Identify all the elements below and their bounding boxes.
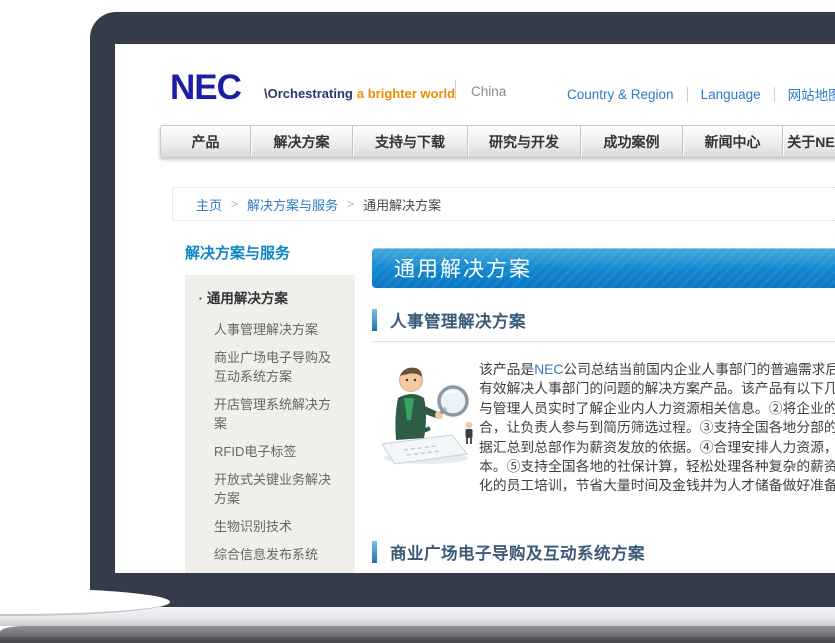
breadcrumb-current: 通用解决方案 xyxy=(363,195,441,214)
chevron-right-icon: > xyxy=(231,197,238,211)
laptop-base-bottom xyxy=(0,637,835,643)
region-label: China xyxy=(471,84,506,99)
sidebar-item-general-solutions[interactable]: ▪ 通用解决方案 xyxy=(199,287,343,307)
nec-inline-link[interactable]: NEC xyxy=(534,362,563,377)
sidebar-item-hr[interactable]: 人事管理解决方案 xyxy=(199,320,343,339)
main-navbar: 产品 解决方案 支持与下载 研究与开发 成功案例 新闻中心 关于NEC xyxy=(160,125,835,158)
nav-item-about[interactable]: 关于NEC xyxy=(783,126,835,157)
header-divider xyxy=(455,80,456,100)
chevron-right-icon: > xyxy=(347,197,354,211)
article-line: 化的员工培训，节省大量时间及金钱并为人才储备做好准备。 xyxy=(479,476,835,495)
tagline-lead: \Orchestrating xyxy=(264,86,353,101)
section-accent-bar xyxy=(372,309,377,331)
sidebar-item-mall-guide[interactable]: 商业广场电子导购及互动系统方案 xyxy=(199,348,343,386)
article-line: 有效解决人事部门的问题的解决方案产品。该产品有以下几大特 xyxy=(479,379,835,398)
sidebar-title: 解决方案与服务 xyxy=(185,242,290,263)
breadcrumb: 主页 > 解决方案与服务 > 通用解决方案 xyxy=(172,187,835,221)
nec-logo[interactable]: NEC xyxy=(170,68,241,108)
main-content: 通用解决方案 人事管理解决方案 xyxy=(372,248,835,288)
sidebar-active-label: 通用解决方案 xyxy=(207,291,288,306)
article-line: 据汇总到总部作为薪资发放的依据。④合理安排人力资源，最大 xyxy=(479,438,835,457)
page-title: 通用解决方案 xyxy=(394,253,532,283)
page-banner: 通用解决方案 xyxy=(372,248,835,288)
tagline-rest: a brighter world xyxy=(357,86,455,101)
nav-item-products[interactable]: 产品 xyxy=(161,126,251,157)
sidebar-item-open-critical[interactable]: 开放式关键业务解决方案 xyxy=(199,470,343,508)
sidebar-sublist: 人事管理解决方案 商业广场电子导购及互动系统方案 开店管理系统解决方案 RFID… xyxy=(199,320,343,573)
sidebar-item-info-display[interactable]: 综合信息发布系统 xyxy=(199,545,343,564)
section-hr-title[interactable]: 人事管理解决方案 xyxy=(390,308,526,332)
breadcrumb-solutions[interactable]: 解决方案与服务 xyxy=(247,195,338,214)
bullet-icon: ▪ xyxy=(199,294,202,303)
brand-tagline: \Orchestrating a brighter world xyxy=(264,86,455,101)
article-line: 合，让负责人参与到简历筛选过程。③支持全国各地分部的独立 xyxy=(479,418,835,437)
sidebar-menu: ▪ 通用解决方案 人事管理解决方案 商业广场电子导购及互动系统方案 开店管理系统解… xyxy=(185,275,355,573)
hr-magnifier-illustration xyxy=(374,358,479,470)
section-hr-header: 人事管理解决方案 xyxy=(372,308,835,342)
sidebar-item-store-mgmt[interactable]: 开店管理系统解决方案 xyxy=(199,395,343,433)
nav-item-news[interactable]: 新闻中心 xyxy=(683,126,783,157)
article-line: 该产品是NEC公司总结当前国内企业人事部门的普遍需求后，研 xyxy=(479,360,835,379)
nav-item-solutions[interactable]: 解决方案 xyxy=(251,126,353,157)
breadcrumb-home[interactable]: 主页 xyxy=(196,195,222,214)
laptop-screen: NEC \Orchestrating a brighter world China… xyxy=(115,44,835,573)
sidebar-item-biometrics[interactable]: 生物识别技术 xyxy=(199,517,343,536)
article-line: 与管理人员实时了解企业内人力资源相关信息。②将企业的官网 xyxy=(479,399,835,418)
laptop-base-edge xyxy=(0,626,835,637)
nec-website: NEC \Orchestrating a brighter world China… xyxy=(115,44,835,573)
section-accent-bar xyxy=(372,541,377,563)
nav-item-cases[interactable]: 成功案例 xyxy=(581,126,683,157)
laptop-mockup: NEC \Orchestrating a brighter world China… xyxy=(0,0,835,643)
link-country-region[interactable]: Country & Region xyxy=(567,87,688,102)
link-language[interactable]: Language xyxy=(688,87,775,102)
nav-item-research[interactable]: 研究与开发 xyxy=(468,126,581,157)
link-sitemap[interactable]: 网站地图 xyxy=(775,84,835,104)
sidebar-item-rfid[interactable]: RFID电子标签 xyxy=(199,442,343,461)
article-line: 本。⑤支持全国各地的社保计算，轻松处理各种复杂的薪资政策 xyxy=(479,457,835,476)
utility-links: Country & Region Language 网站地图 联系我们 xyxy=(567,84,835,104)
hr-article-text: 该产品是NEC公司总结当前国内企业人事部门的普遍需求后，研 有效解决人事部门的问… xyxy=(479,360,835,496)
nav-item-support[interactable]: 支持与下载 xyxy=(353,126,468,157)
section-mall-title[interactable]: 商业广场电子导购及互动系统方案 xyxy=(390,540,645,564)
section-mall-header: 商业广场电子导购及互动系统方案 xyxy=(372,540,835,573)
